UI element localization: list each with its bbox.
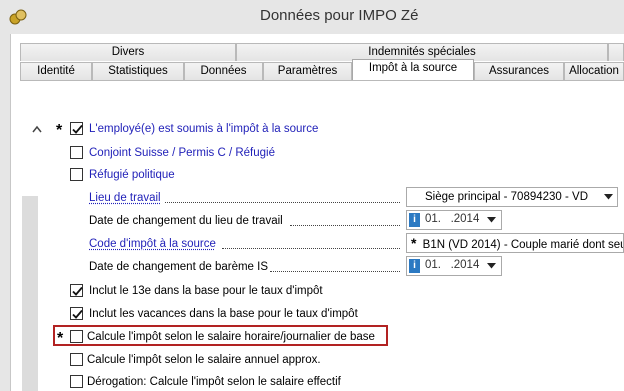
required-marker: * [411, 235, 417, 251]
title-bar: Données pour IMPO Zé [0, 0, 624, 34]
lieu-travail-select[interactable]: Siège principal - 70894230 - VD [406, 187, 618, 207]
window-frame-left [0, 34, 10, 391]
frame-divider [10, 34, 11, 391]
collapse-chevron-icon[interactable] [31, 124, 43, 134]
tab-overflow[interactable] [608, 43, 624, 61]
chevron-down-icon[interactable] [487, 217, 496, 223]
refugie-label: Réfugié politique [89, 169, 175, 181]
check-icon [72, 286, 83, 296]
inclut-vacances-label: Inclut les vacances dans la base pour le… [89, 308, 358, 320]
app-icon [9, 9, 27, 25]
tab-assurances[interactable]: Assurances [474, 62, 564, 80]
info-icon[interactable]: i [409, 259, 420, 273]
date-chg-bareme-value: 01. .2014 [425, 259, 480, 271]
refugie-checkbox[interactable] [70, 168, 83, 181]
code-impot-field[interactable]: * B1N (VD 2014) - Couple marié dont seul [406, 233, 624, 253]
check-icon [72, 124, 83, 134]
conjoint-checkbox[interactable] [70, 146, 83, 159]
check-icon [72, 309, 83, 319]
inclut-13e-label: Inclut le 13e dans la base pour le taux … [89, 285, 323, 297]
required-marker: * [56, 122, 63, 139]
soumis-label: L'employé(e) est soumis à l'impôt à la s… [89, 123, 319, 135]
required-marker: * [57, 330, 64, 347]
leader-dots [165, 202, 400, 203]
tab-donnees[interactable]: Données [184, 62, 263, 80]
derogation-checkbox[interactable] [70, 375, 83, 388]
conjoint-label: Conjoint Suisse / Permis C / Réfugié [89, 147, 275, 159]
salaire-annuel-checkbox[interactable] [70, 353, 83, 366]
date-chg-lieu-label: Date de changement du lieu de travail [89, 215, 283, 227]
info-icon[interactable]: i [409, 213, 420, 227]
tab-identite[interactable]: Identité [20, 62, 92, 80]
code-impot-value: B1N (VD 2014) - Couple marié dont seul [422, 239, 624, 251]
code-impot-label[interactable]: Code d'impôt à la source [89, 237, 216, 251]
window-title: Données pour IMPO Zé [260, 7, 419, 24]
derogation-label: Dérogation: Calcule l'impôt selon le sal… [87, 376, 341, 388]
leader-dots [290, 225, 400, 226]
lieu-travail-value: Siège principal - 70894230 - VD [425, 191, 589, 203]
lieu-travail-label[interactable]: Lieu de travail [89, 191, 161, 205]
tab-impot-a-la-source[interactable]: Impôt à la source [352, 59, 474, 80]
inclut-vacances-checkbox[interactable] [70, 307, 83, 320]
date-chg-bareme-label: Date de changement de barème IS [89, 261, 269, 273]
side-strip [22, 196, 38, 391]
tab-parametres[interactable]: Paramètres [263, 62, 352, 80]
salaire-horaire-checkbox[interactable] [70, 330, 83, 343]
leader-dots [222, 248, 400, 249]
date-chg-lieu-value: 01. .2014 [425, 213, 480, 225]
chevron-down-icon[interactable] [487, 263, 496, 269]
leader-dots [270, 271, 400, 272]
tab-allocation[interactable]: Allocation [564, 62, 624, 80]
salaire-annuel-label: Calcule l'impôt selon le salaire annuel … [87, 354, 321, 366]
soumis-checkbox[interactable] [70, 122, 83, 135]
tab-statistiques[interactable]: Statistiques [92, 62, 184, 80]
tab-divers[interactable]: Divers [20, 43, 236, 61]
chevron-down-icon[interactable] [604, 194, 613, 200]
salaire-horaire-label: Calcule l'impôt selon le salaire horaire… [87, 331, 375, 343]
inclut-13e-checkbox[interactable] [70, 284, 83, 297]
